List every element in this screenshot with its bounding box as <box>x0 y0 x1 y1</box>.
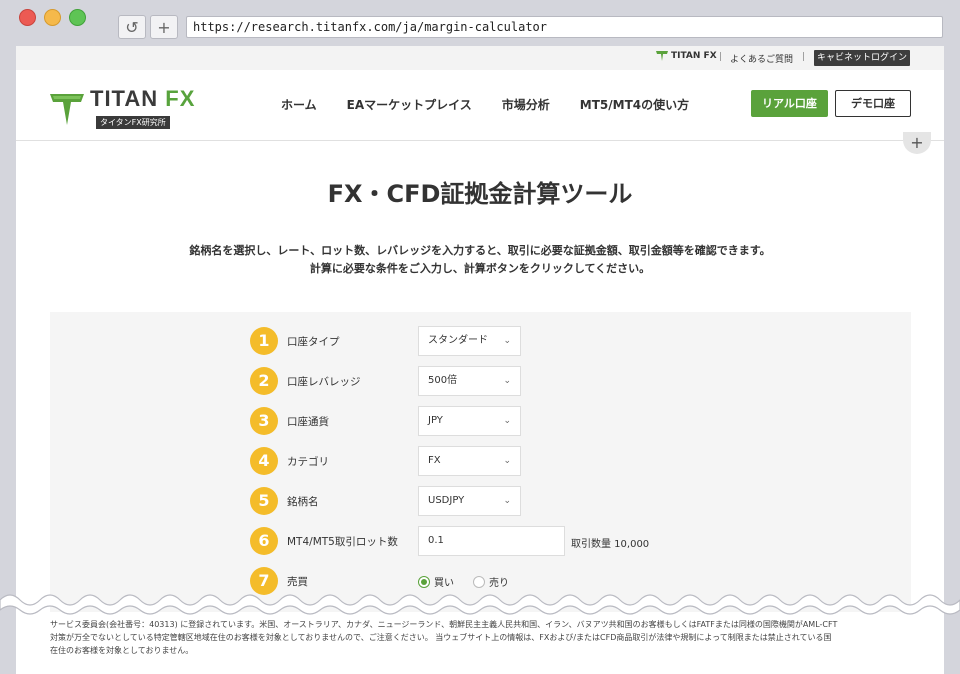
topbar-logo[interactable]: TITAN FX <box>656 51 717 61</box>
logo-wordmark-b: FX <box>165 86 196 111</box>
main-nav: ホーム EAマーケットプレイス 市場分析 MT5/MT4の使い方 <box>281 96 689 113</box>
account-type-select[interactable]: スタンダード ⌄ <box>418 326 521 356</box>
form-row-lots: 6 MT4/MT5取引ロット数 0.1 取引数量 10,000 <box>50 524 911 558</box>
separator: | <box>802 52 806 62</box>
chevron-down-icon: ⌄ <box>503 456 511 466</box>
field-label: 銘柄名 <box>287 496 319 508</box>
form-row-currency: 3 口座通貨 JPY ⌄ <box>50 404 911 438</box>
demo-account-button[interactable]: デモ口座 <box>835 90 911 117</box>
sell-radio[interactable]: 売り <box>473 574 509 589</box>
titan-logo-icon <box>50 93 84 125</box>
symbol-select[interactable]: USDJPY ⌄ <box>418 486 521 516</box>
site-header: TITAN FX タイタンFX研究所 ホーム EAマーケットプレイス 市場分析 … <box>16 70 944 141</box>
step-badge: 2 <box>250 367 278 395</box>
step-badge: 5 <box>250 487 278 515</box>
form-row-symbol: 5 銘柄名 USDJPY ⌄ <box>50 484 911 518</box>
field-label: カテゴリ <box>287 456 329 468</box>
chevron-down-icon: ⌄ <box>503 496 511 506</box>
reload-icon: ↺ <box>125 17 139 37</box>
page-description: 銘柄名を選択し、レート、ロット数、レバレッジを入力すると、取引に必要な証拠金額、… <box>189 244 771 275</box>
lot-size-input[interactable]: 0.1 <box>418 526 565 556</box>
step-badge: 6 <box>250 527 278 555</box>
form-row-leverage: 2 口座レバレッジ 500倍 ⌄ <box>50 364 911 398</box>
new-tab-button[interactable]: + <box>150 15 178 39</box>
logo-wordmark-a: TITAN <box>90 86 159 111</box>
radio-unselected-icon <box>473 575 485 588</box>
chevron-down-icon: ⌄ <box>503 376 511 386</box>
radio-selected-icon <box>418 575 430 588</box>
nav-ea-marketplace[interactable]: EAマーケットプレイス <box>347 96 472 113</box>
minimize-window-icon[interactable] <box>44 9 61 26</box>
form-row-account-type: 1 口座タイプ スタンダード ⌄ <box>50 324 911 358</box>
browser-chrome: ↺ + https://research.titanfx.com/ja/marg… <box>0 0 960 46</box>
nav-mt5-mt4-guide[interactable]: MT5/MT4の使い方 <box>580 96 689 113</box>
plus-icon: + <box>157 17 171 37</box>
field-label: 売買 <box>287 576 308 588</box>
form-row-category: 4 カテゴリ FX ⌄ <box>50 444 911 478</box>
maximize-window-icon[interactable] <box>69 9 86 26</box>
calculator-form: 1 口座タイプ スタンダード ⌄ 2 口座レバレッジ 500倍 ⌄ 3 口座通貨 J… <box>50 312 911 612</box>
nav-home[interactable]: ホーム <box>281 96 317 113</box>
buy-radio[interactable]: 買い <box>418 574 454 589</box>
step-badge: 1 <box>250 327 278 355</box>
trade-volume-text: 取引数量 10,000 <box>571 539 650 550</box>
field-label: MT4/MT5取引ロット数 <box>287 536 398 548</box>
field-label: 口座タイプ <box>287 336 340 348</box>
account-currency-select[interactable]: JPY ⌄ <box>418 406 521 436</box>
nav-market-analysis[interactable]: 市場分析 <box>502 96 550 113</box>
logo-subtitle: タイタンFX研究所 <box>96 116 170 129</box>
step-badge: 3 <box>250 407 278 435</box>
field-label: 口座通貨 <box>287 416 329 428</box>
web-page: TITAN FX | よくあるご質問 | キャビネットログイン TITAN FX… <box>16 46 944 674</box>
chevron-down-icon: ⌄ <box>503 416 511 426</box>
site-logo[interactable]: TITAN FX タイタンFX研究所 <box>50 88 195 129</box>
plus-icon: + <box>910 133 924 152</box>
torn-edge-divider <box>0 594 960 615</box>
titan-shield-icon <box>656 51 668 61</box>
top-utility-bar: TITAN FX | よくあるご質問 | キャビネットログイン <box>16 46 944 70</box>
expand-tab-button[interactable]: + <box>903 132 931 154</box>
close-window-icon[interactable] <box>19 9 36 26</box>
address-bar[interactable]: https://research.titanfx.com/ja/margin-c… <box>186 16 943 38</box>
separator: | <box>719 52 723 62</box>
field-label: 口座レバレッジ <box>287 376 361 388</box>
faq-link[interactable]: よくあるご質問 <box>730 52 793 65</box>
real-account-button[interactable]: リアル口座 <box>751 90 828 117</box>
cabinet-login-button[interactable]: キャビネットログイン <box>814 50 910 66</box>
leverage-select[interactable]: 500倍 ⌄ <box>418 366 521 396</box>
footer-disclaimer: サービス委員会(会社番号：40313) に登録されています。米国、オーストラリア… <box>50 620 838 655</box>
page-title: FX・CFD証拠金計算ツール <box>327 180 633 208</box>
step-badge: 4 <box>250 447 278 475</box>
category-select[interactable]: FX ⌄ <box>418 446 521 476</box>
reload-button[interactable]: ↺ <box>118 15 146 39</box>
chevron-down-icon: ⌄ <box>503 336 511 346</box>
